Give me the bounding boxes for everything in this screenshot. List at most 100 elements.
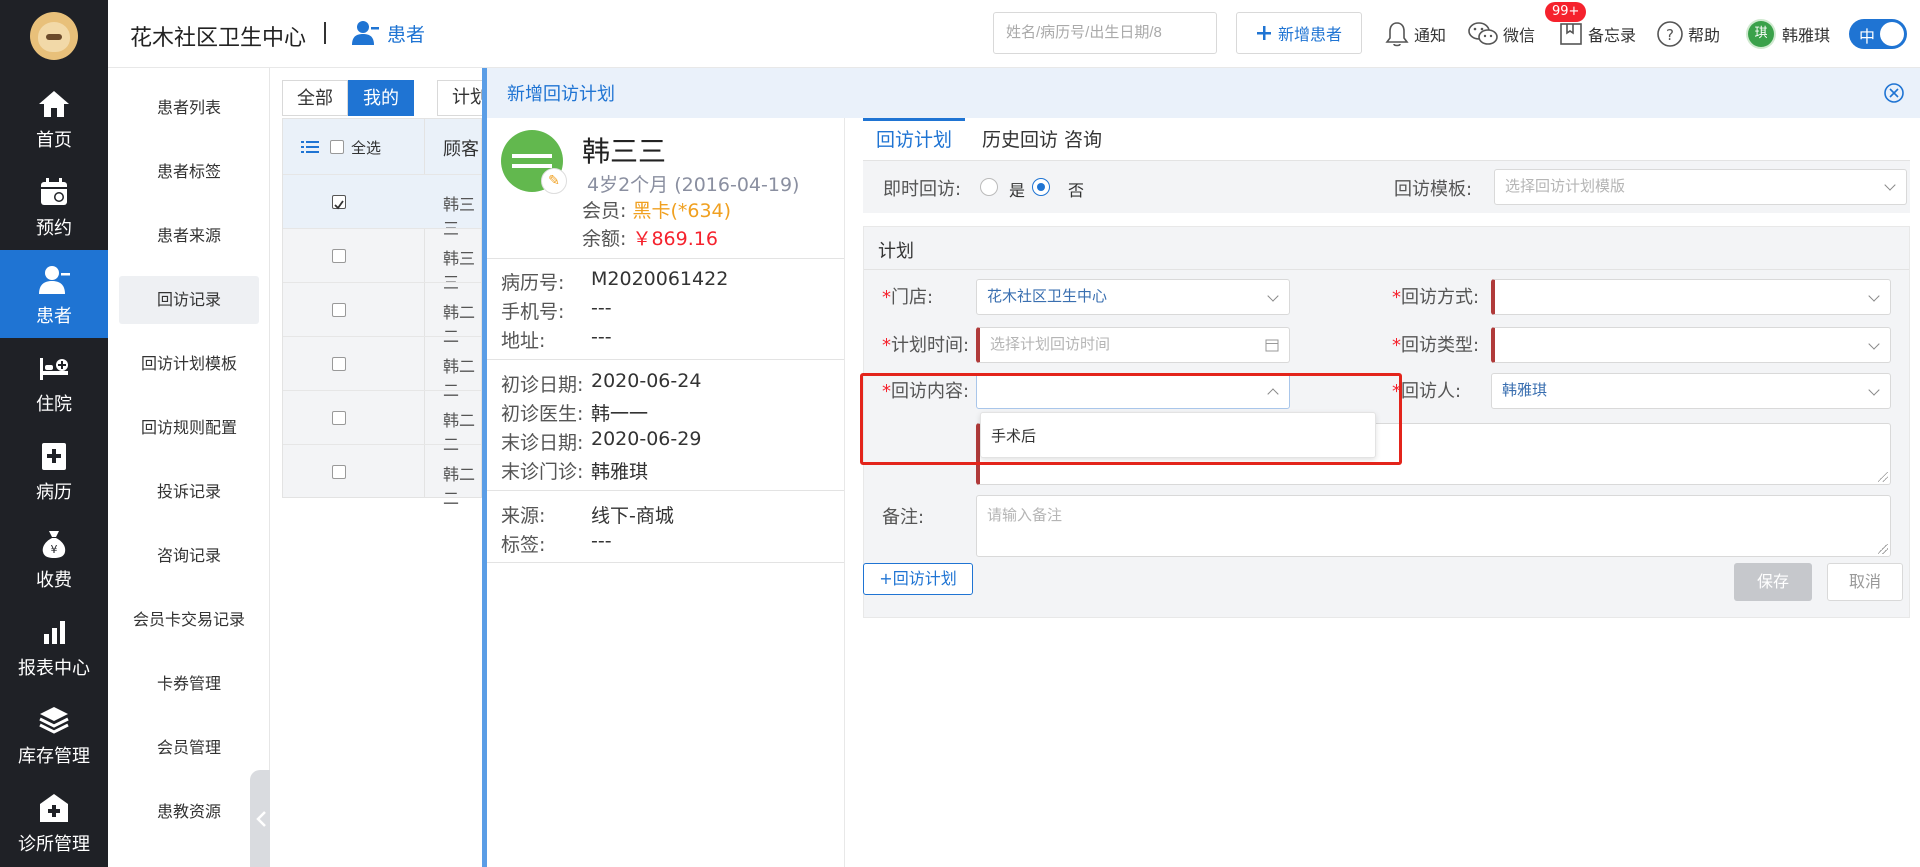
chevron-left-icon bbox=[256, 811, 266, 827]
patient-icon bbox=[352, 21, 379, 45]
money-bag-icon: ¥ bbox=[42, 531, 66, 558]
nav-item-inpatient[interactable]: 住院 bbox=[0, 338, 108, 426]
language-toggle[interactable]: 中 bbox=[1849, 19, 1907, 49]
subnav-item-patient-tags[interactable]: 患者标签 bbox=[119, 148, 259, 196]
type-label: *回访类型: bbox=[1392, 335, 1480, 356]
nav-item-patient[interactable]: 患者 bbox=[0, 250, 108, 338]
select-all-checkbox[interactable] bbox=[330, 140, 344, 154]
nav-item-home[interactable]: 首页 bbox=[0, 74, 108, 162]
memo-button[interactable]: 备忘录 bbox=[1558, 18, 1636, 50]
record-no-value: M2020061422 bbox=[591, 268, 729, 290]
radio-yes[interactable] bbox=[980, 178, 998, 196]
store-select[interactable]: 花木社区卫生中心 bbox=[976, 279, 1290, 315]
nav-item-reports[interactable]: 报表中心 bbox=[0, 602, 108, 690]
source-value: 线下-商城 bbox=[591, 505, 674, 527]
user-name: 韩雅琪 bbox=[1782, 26, 1831, 45]
bell-icon bbox=[1385, 22, 1409, 47]
subnav-item-coupons[interactable]: 卡券管理 bbox=[119, 660, 259, 708]
subnav-item-followup-templates[interactable]: 回访计划模板 bbox=[119, 340, 259, 388]
add-plan-button[interactable]: +回访计划 bbox=[863, 563, 973, 595]
table-row[interactable]: 韩二二 bbox=[283, 444, 481, 508]
remark-label: 备注: bbox=[882, 507, 925, 528]
list-icon bbox=[301, 141, 319, 153]
tab-all[interactable]: 全部 bbox=[282, 80, 348, 116]
row-checkbox[interactable] bbox=[332, 357, 346, 371]
tab-history[interactable]: 历史回访 bbox=[982, 118, 1058, 160]
chevron-down-icon bbox=[1868, 338, 1880, 350]
row-checkbox[interactable] bbox=[332, 195, 346, 210]
template-label: 回访模板: bbox=[1394, 179, 1473, 200]
nav-item-billing[interactable]: ¥ 收费 bbox=[0, 514, 108, 602]
subnav-item-card-transactions[interactable]: 会员卡交易记录 bbox=[119, 596, 259, 644]
nav-item-label: 住院 bbox=[36, 394, 72, 415]
balance-label: 余额: bbox=[582, 228, 627, 250]
wechat-label: 微信 bbox=[1503, 26, 1536, 45]
nav-item-clinic-management[interactable]: 诊所管理 bbox=[0, 778, 108, 866]
user-avatar: 琪 bbox=[1748, 21, 1774, 47]
row-checkbox[interactable] bbox=[332, 411, 346, 425]
collapse-sidebar-handle[interactable] bbox=[250, 770, 270, 867]
dropdown-option[interactable]: 手术后 bbox=[991, 425, 1036, 446]
first-doctor-value: 韩一一 bbox=[591, 403, 649, 425]
chevron-down-icon bbox=[1868, 384, 1880, 396]
table-row[interactable]: 韩三三 bbox=[283, 174, 481, 238]
method-select[interactable] bbox=[1491, 279, 1891, 315]
content-select[interactable] bbox=[976, 373, 1290, 409]
wechat-button[interactable]: 微信 bbox=[1467, 18, 1535, 50]
notify-label: 通知 bbox=[1414, 26, 1447, 45]
user-menu[interactable]: 琪 韩雅琪 bbox=[1748, 18, 1830, 50]
language-toggle-label: 中 bbox=[1859, 27, 1876, 46]
chevron-down-icon bbox=[1868, 290, 1880, 302]
cancel-button[interactable]: 取消 bbox=[1827, 563, 1903, 601]
subnav-item-followup-records[interactable]: 回访记录 bbox=[119, 276, 259, 324]
nav-item-appointment[interactable]: 预约 bbox=[0, 162, 108, 250]
patient-icon bbox=[39, 266, 70, 294]
table-row[interactable]: 韩二二 bbox=[283, 336, 481, 400]
tab-consult[interactable]: 咨询 bbox=[1064, 118, 1102, 160]
table-row[interactable]: 韩二二 bbox=[283, 390, 481, 454]
type-select[interactable] bbox=[1491, 327, 1891, 363]
subnav-item-patient-list[interactable]: 患者列表 bbox=[119, 84, 259, 132]
chevron-down-icon bbox=[1267, 290, 1279, 302]
subnav-item-education[interactable]: 患教资源 bbox=[119, 788, 259, 836]
subnav-item-complaints[interactable]: 投诉记录 bbox=[119, 468, 259, 516]
nav-item-inventory[interactable]: 库存管理 bbox=[0, 690, 108, 778]
subnav-item-patient-source[interactable]: 患者来源 bbox=[119, 212, 259, 260]
svg-text:¥: ¥ bbox=[51, 543, 58, 556]
subnav-item-consultations[interactable]: 咨询记录 bbox=[119, 532, 259, 580]
search-input[interactable]: 姓名/病历号/出生日期/8 bbox=[993, 12, 1217, 54]
help-button[interactable]: ? 帮助 bbox=[1656, 18, 1720, 50]
radio-no[interactable] bbox=[1032, 178, 1050, 196]
tab-followup-plan[interactable]: 回访计划 bbox=[863, 118, 965, 160]
nav-item-medical-record[interactable]: 病历 bbox=[0, 426, 108, 514]
table-row[interactable]: 韩三三 bbox=[283, 228, 481, 292]
new-patient-button[interactable]: 新增患者 bbox=[1236, 12, 1362, 54]
tab-mine[interactable]: 我的 bbox=[348, 80, 414, 116]
new-patient-label: 新增患者 bbox=[1277, 25, 1342, 44]
notify-button[interactable]: 通知 bbox=[1384, 18, 1446, 50]
row-checkbox[interactable] bbox=[332, 465, 346, 479]
store-label: *门店: bbox=[882, 287, 934, 308]
close-icon[interactable] bbox=[1882, 81, 1906, 105]
patient-age: 4岁2个月 (2016-04-19) bbox=[587, 174, 800, 196]
nav-item-label: 病历 bbox=[36, 482, 72, 503]
address-label: 地址: bbox=[501, 330, 546, 352]
row-checkbox[interactable] bbox=[332, 249, 346, 263]
time-picker[interactable]: 选择计划回访时间 bbox=[976, 327, 1290, 363]
member-label: 会员: bbox=[582, 200, 627, 222]
template-select[interactable]: 选择回访计划模版 bbox=[1494, 169, 1907, 205]
patient-card: ✎ 韩三三 4岁2个月 (2016-04-19) 会员: 黑卡(*634) 余额… bbox=[487, 118, 845, 867]
subnav-item-members[interactable]: 会员管理 bbox=[119, 724, 259, 772]
table-row[interactable]: 韩二二 bbox=[283, 282, 481, 346]
row-checkbox[interactable] bbox=[332, 303, 346, 317]
subnav-item-followup-rules[interactable]: 回访规则配置 bbox=[119, 404, 259, 452]
last-clinic-value: 韩雅琪 bbox=[591, 461, 649, 483]
memo-label: 备忘录 bbox=[1588, 26, 1637, 45]
save-button[interactable]: 保存 bbox=[1734, 563, 1812, 601]
visitor-select[interactable]: 韩雅琪 bbox=[1491, 373, 1891, 409]
edit-icon[interactable]: ✎ bbox=[541, 168, 567, 194]
check-icon bbox=[334, 200, 344, 210]
remark-textarea[interactable]: 请输入备注 bbox=[976, 495, 1891, 557]
last-clinic-row: 末诊门诊: 韩雅琪 bbox=[501, 457, 648, 484]
user-avatar-image[interactable] bbox=[30, 12, 78, 60]
